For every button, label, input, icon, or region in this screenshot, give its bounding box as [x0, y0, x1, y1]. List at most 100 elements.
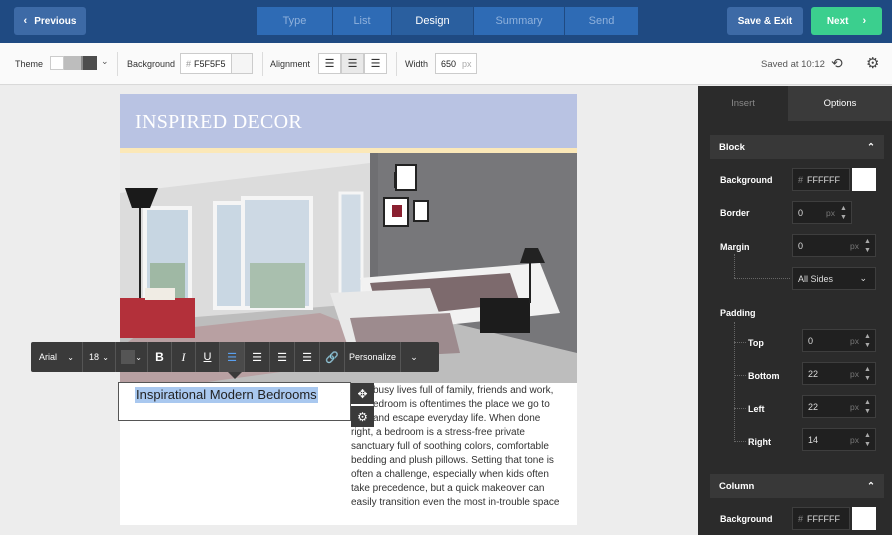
text-color-select[interactable]: ⌄	[116, 342, 148, 372]
column-background-swatch[interactable]	[852, 507, 876, 530]
tree-connector	[734, 254, 735, 278]
align-center-button[interactable]: ☰	[245, 342, 270, 372]
stepper-arrows-icon[interactable]: ▲ ▼	[862, 237, 873, 255]
align-right-button[interactable]: ☰	[364, 53, 387, 74]
padding-top-input[interactable]: 0 px ▲ ▼	[802, 329, 876, 352]
padding-left-input[interactable]: 22 px ▲ ▼	[802, 395, 876, 418]
tree-connector	[734, 342, 746, 343]
theme-selector[interactable]: ⌄	[50, 55, 110, 71]
chevron-down-icon: ⌄	[135, 352, 142, 362]
background-hex-input[interactable]: # F5F5F5	[180, 53, 232, 74]
margin-input[interactable]: 0 px ▲ ▼	[792, 234, 876, 257]
chevron-down-icon: ⌄	[102, 352, 109, 362]
padding-bottom-input[interactable]: 22 px ▲ ▼	[802, 362, 876, 385]
text-format-toolbar: Arial ⌄ 18 ⌄ ⌄ B I U ☰ ☰ ☰ ☰ 🔗 Personali…	[31, 342, 439, 372]
article-body-text[interactable]: busy lives full of family, friends and w…	[351, 384, 573, 510]
padding-bottom-label: Bottom	[748, 371, 780, 381]
width-input[interactable]: 650 px	[435, 53, 477, 74]
body-line: right, a bedroom is a stress-free privat…	[351, 427, 525, 438]
move-icon: ✥	[357, 386, 368, 401]
align-left-button[interactable]: ☰	[318, 53, 341, 74]
step-design[interactable]: Design	[392, 7, 474, 35]
tree-connector	[734, 441, 746, 442]
column-background-label: Background	[720, 514, 773, 524]
align-justify-button[interactable]: ☰	[295, 342, 320, 372]
selected-heading-block[interactable]: Inspirational Modern Bedrooms	[118, 382, 351, 421]
padding-right-value: 14	[808, 434, 819, 445]
margin-label: Margin	[720, 242, 750, 252]
stepper-arrows-icon[interactable]: ▲ ▼	[862, 431, 873, 449]
theme-swatch	[50, 56, 64, 70]
block-background-hex-input[interactable]: # FFFFFF	[792, 168, 850, 191]
padding-left-value: 22	[808, 401, 819, 412]
top-navigation-bar: ‹ Previous Type List Design Summary Send…	[0, 0, 892, 43]
body-line: edroom is oftentimes the place we go to	[373, 399, 550, 410]
chevron-down-icon: ⌄	[101, 56, 109, 66]
italic-button[interactable]: I	[172, 342, 196, 372]
step-label: List	[353, 15, 371, 27]
tree-connector	[734, 408, 746, 409]
stepper-arrows-icon[interactable]: ▲ ▼	[862, 398, 873, 416]
bold-button[interactable]: B	[148, 342, 172, 372]
save-exit-label: Save & Exit	[737, 15, 793, 27]
selected-heading-text[interactable]: Inspirational Modern Bedrooms	[135, 387, 318, 403]
font-size-value: 18	[89, 352, 100, 362]
background-color-swatch[interactable]	[231, 53, 253, 74]
tab-insert[interactable]: Insert	[698, 86, 788, 121]
link-button[interactable]: 🔗	[320, 342, 345, 372]
align-left-button[interactable]: ☰	[220, 342, 245, 372]
italic-icon: I	[181, 349, 186, 364]
width-unit: px	[462, 58, 472, 69]
stepper-arrows-icon[interactable]: ▲ ▼	[862, 365, 873, 383]
step-summary[interactable]: Summary	[474, 7, 565, 35]
history-icon[interactable]: ⟲	[831, 55, 843, 72]
block-settings-button[interactable]: ⚙	[351, 406, 374, 427]
padding-right-input[interactable]: 14 px ▲ ▼	[802, 428, 876, 451]
panel-tabs: Insert Options	[698, 86, 892, 121]
block-section-header[interactable]: Block ⌃	[710, 135, 884, 159]
gear-icon[interactable]: ⚙	[866, 54, 879, 72]
align-center-button[interactable]: ☰	[341, 53, 364, 74]
step-type[interactable]: Type	[257, 7, 333, 35]
padding-right-label: Right	[748, 437, 771, 447]
column-section-header[interactable]: Column ⌃	[710, 474, 884, 498]
border-value: 0	[798, 207, 804, 218]
tree-connector	[734, 278, 790, 279]
font-size-select[interactable]: 18 ⌄	[83, 342, 116, 372]
saved-status: Saved at 10:12	[761, 59, 825, 70]
chevron-down-icon: ⌄	[410, 351, 418, 362]
align-right-icon: ☰	[370, 58, 381, 70]
save-exit-button[interactable]: Save & Exit	[727, 7, 803, 35]
move-handle[interactable]: ✥	[351, 383, 374, 404]
margin-sides-select[interactable]: All Sides ⌄	[792, 267, 876, 290]
column-background-hex-input[interactable]: # FFFFFF	[792, 507, 850, 530]
stepper-arrows-icon[interactable]: ▲ ▼	[838, 204, 849, 222]
email-header[interactable]: INSPIRED DECOR	[120, 94, 577, 148]
previous-button[interactable]: ‹ Previous	[14, 7, 86, 35]
border-input[interactable]: 0 px ▲ ▼	[792, 201, 852, 224]
step-label: Design	[415, 15, 450, 27]
margin-sides-value: All Sides	[798, 273, 834, 284]
font-family-select[interactable]: Arial ⌄	[31, 342, 83, 372]
align-right-button[interactable]: ☰	[270, 342, 295, 372]
previous-button-label: Previous	[34, 15, 77, 27]
personalize-button[interactable]: Personalize	[345, 342, 401, 372]
next-button[interactable]: Next ›	[811, 7, 882, 35]
step-label: Type	[282, 15, 307, 27]
design-toolbar: Theme ⌄ Background # F5F5F5 Alignment ☰ …	[0, 43, 892, 85]
font-family-value: Arial	[39, 352, 58, 362]
block-background-value: FFFFFF	[807, 174, 841, 185]
stepper-arrows-icon[interactable]: ▲ ▼	[862, 332, 873, 350]
chevron-up-icon: ⌃	[867, 480, 875, 492]
unit-label: px	[850, 335, 859, 346]
tab-options[interactable]: Options	[788, 86, 892, 121]
underline-button[interactable]: U	[196, 342, 220, 372]
chevron-down-icon: ⌄	[859, 273, 867, 283]
block-background-swatch[interactable]	[852, 168, 876, 191]
step-list[interactable]: List	[333, 7, 392, 35]
tab-options-label: Options	[823, 98, 857, 109]
more-options-button[interactable]: ⌄	[401, 342, 427, 372]
hash-symbol: #	[798, 174, 804, 185]
tab-insert-label: Insert	[731, 98, 755, 109]
step-send[interactable]: Send	[565, 7, 638, 35]
